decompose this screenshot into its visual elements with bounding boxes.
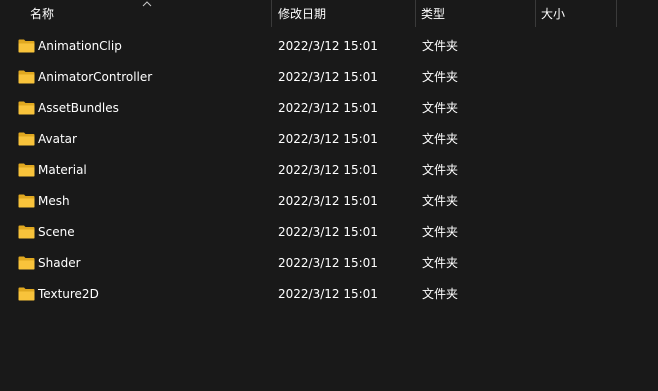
file-name: AnimatorController — [38, 70, 153, 84]
folder-icon — [18, 256, 35, 270]
file-name: AssetBundles — [38, 101, 119, 115]
file-modified-date: 2022/3/12 15:01 — [278, 101, 378, 115]
file-name: Material — [38, 163, 87, 177]
file-type: 文件夹 — [422, 39, 459, 53]
file-type: 文件夹 — [422, 256, 459, 270]
file-modified-date: 2022/3/12 15:01 — [278, 194, 378, 208]
file-row[interactable]: Texture2D 2022/3/12 15:01 文件夹 — [0, 279, 658, 310]
file-row[interactable]: Material 2022/3/12 15:01 文件夹 — [0, 155, 658, 186]
folder-icon — [18, 225, 35, 239]
file-row[interactable]: Scene 2022/3/12 15:01 文件夹 — [0, 217, 658, 248]
file-name: Scene — [38, 225, 75, 239]
file-type: 文件夹 — [422, 163, 459, 177]
file-explorer: 名称 修改日期 类型 大小 AnimationClip 2022/3/12 15:… — [0, 0, 658, 391]
folder-icon — [18, 70, 35, 84]
file-row[interactable]: Avatar 2022/3/12 15:01 文件夹 — [0, 124, 658, 155]
file-modified-date: 2022/3/12 15:01 — [278, 287, 378, 301]
file-name: Texture2D — [38, 287, 99, 301]
file-row[interactable]: AnimationClip 2022/3/12 15:01 文件夹 — [0, 31, 658, 62]
column-header-bar: 名称 修改日期 类型 大小 — [0, 0, 658, 27]
column-header-modified[interactable]: 修改日期 — [272, 0, 415, 27]
folder-icon — [18, 194, 35, 208]
file-name: Avatar — [38, 132, 77, 146]
folder-icon — [18, 132, 35, 146]
folder-icon — [18, 39, 35, 53]
file-row[interactable]: AnimatorController 2022/3/12 15:01 文件夹 — [0, 62, 658, 93]
file-name: AnimationClip — [38, 39, 122, 53]
file-type: 文件夹 — [422, 70, 459, 84]
file-row[interactable]: Shader 2022/3/12 15:01 文件夹 — [0, 248, 658, 279]
file-modified-date: 2022/3/12 15:01 — [278, 132, 378, 146]
column-header-name[interactable]: 名称 — [0, 0, 271, 27]
file-row[interactable]: AssetBundles 2022/3/12 15:01 文件夹 — [0, 93, 658, 124]
column-header-size-label: 大小 — [541, 7, 566, 21]
column-divider[interactable] — [616, 0, 617, 27]
column-header-type[interactable]: 类型 — [416, 0, 535, 27]
column-header-type-label: 类型 — [421, 7, 446, 21]
file-modified-date: 2022/3/12 15:01 — [278, 256, 378, 270]
file-type: 文件夹 — [422, 287, 459, 301]
folder-icon — [18, 287, 35, 301]
file-type: 文件夹 — [422, 225, 459, 239]
file-modified-date: 2022/3/12 15:01 — [278, 225, 378, 239]
folder-icon — [18, 101, 35, 115]
file-type: 文件夹 — [422, 194, 459, 208]
file-modified-date: 2022/3/12 15:01 — [278, 70, 378, 84]
file-name: Shader — [38, 256, 81, 270]
column-header-size[interactable]: 大小 — [536, 0, 616, 27]
file-row[interactable]: Mesh 2022/3/12 15:01 文件夹 — [0, 186, 658, 217]
file-modified-date: 2022/3/12 15:01 — [278, 39, 378, 53]
column-header-name-label: 名称 — [30, 7, 55, 21]
file-type: 文件夹 — [422, 132, 459, 146]
file-modified-date: 2022/3/12 15:01 — [278, 163, 378, 177]
file-type: 文件夹 — [422, 101, 459, 115]
column-header-modified-label: 修改日期 — [278, 7, 327, 21]
folder-icon — [18, 163, 35, 177]
file-name: Mesh — [38, 194, 70, 208]
